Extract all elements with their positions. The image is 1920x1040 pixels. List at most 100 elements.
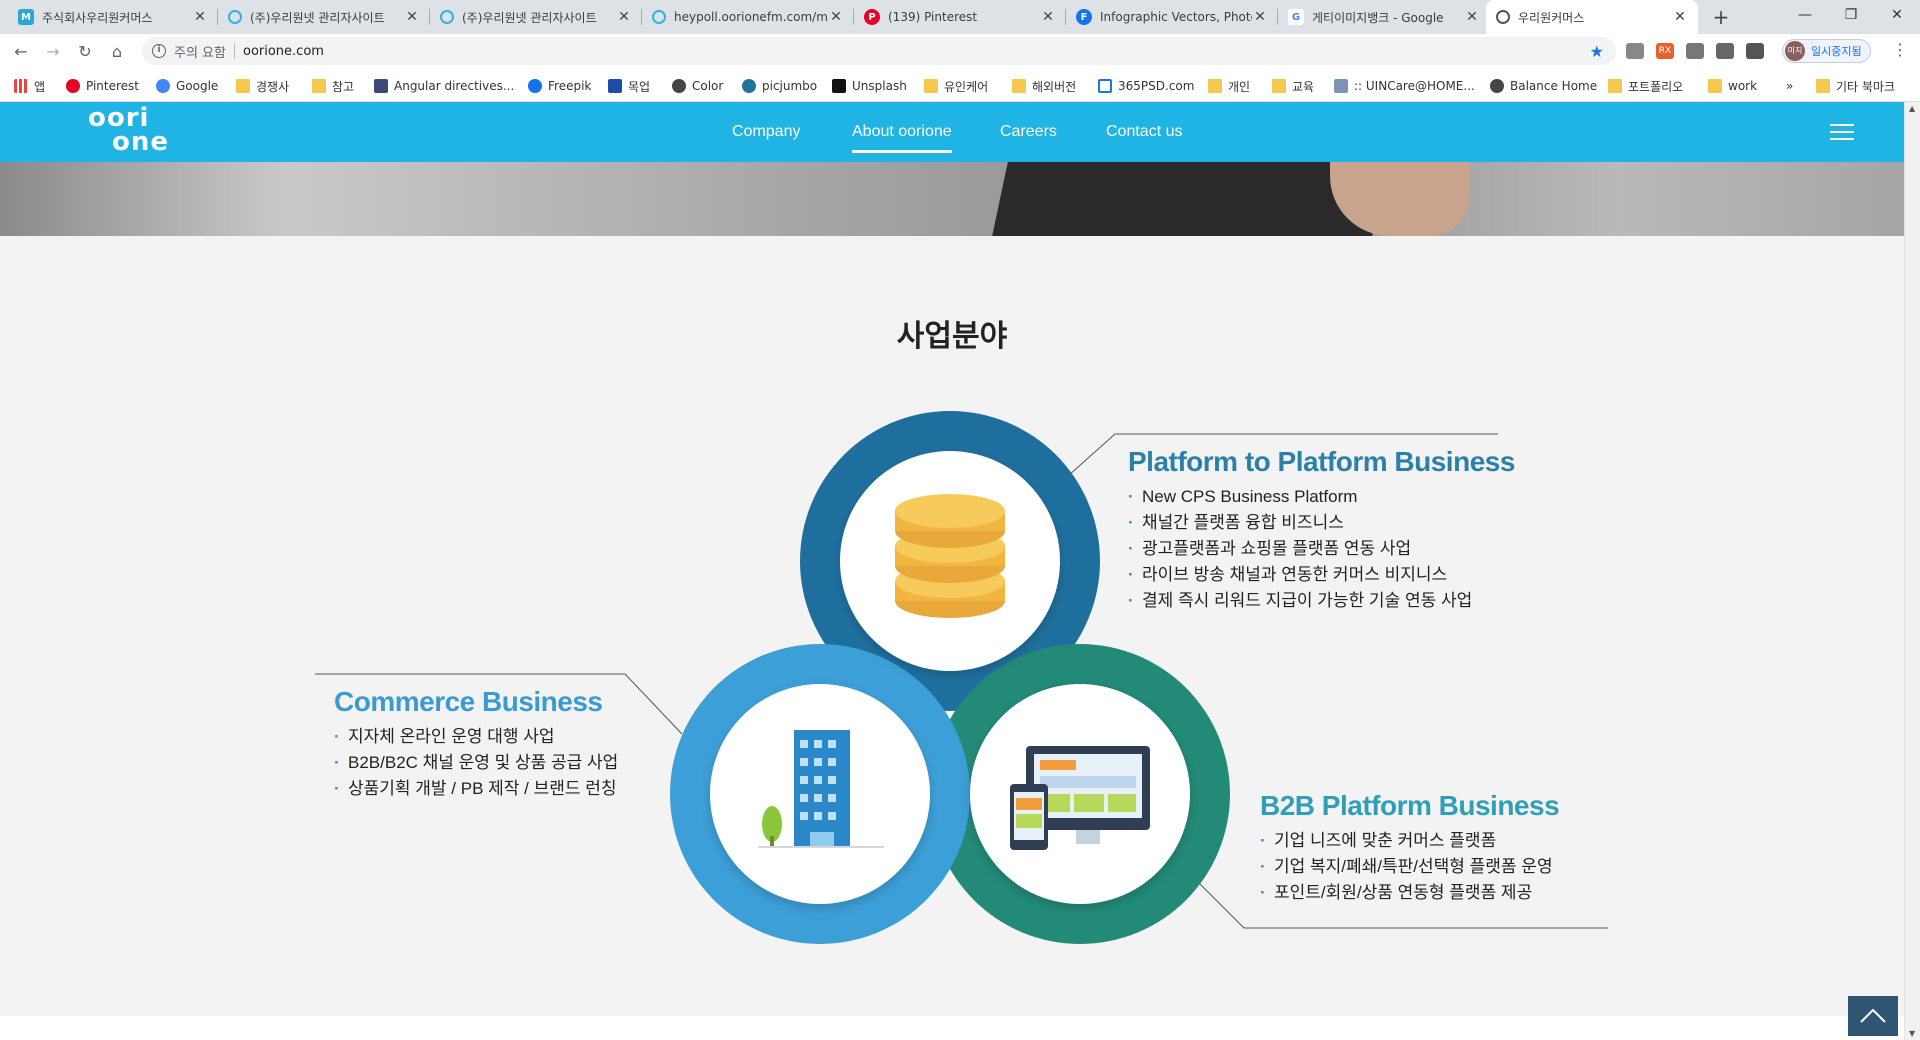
- bookmark-label: Unsplash: [852, 79, 907, 93]
- bookmark-item[interactable]: Balance Home: [1490, 77, 1597, 95]
- puzzle-icon[interactable]: [1746, 43, 1764, 59]
- bookmark-item[interactable]: Google: [156, 77, 218, 95]
- bookmarks-overflow-button[interactable]: »: [1786, 77, 1793, 95]
- commerce-business-block: Commerce Business 지자체 온라인 운영 대행 사업 B2B/B…: [334, 686, 618, 802]
- tab-close-icon[interactable]: ✕: [404, 9, 420, 25]
- folder-icon: [236, 79, 250, 93]
- bookmark-apps[interactable]: 앱: [14, 77, 45, 95]
- bookmark-item[interactable]: 목업: [608, 77, 650, 95]
- page-scrollbar[interactable]: ▲ ▼: [1904, 102, 1920, 1040]
- bookmark-item[interactable]: picjumbo: [742, 77, 817, 95]
- bookmark-label: :: UINCare@HOME...: [1354, 79, 1475, 93]
- bookmark-folder[interactable]: 참고: [312, 77, 354, 95]
- bookmark-folder[interactable]: 해외버전: [1012, 77, 1076, 95]
- wordpress-icon: [742, 79, 756, 93]
- new-tab-button[interactable]: +: [1708, 4, 1734, 30]
- browser-tab-bar: M 주식회사우리원커머스 ✕ (주)우리원넷 관리자사이트 ✕ (주)우리원넷 …: [0, 0, 1920, 34]
- tab-title: (139) Pinterest: [888, 10, 978, 24]
- extension-icon[interactable]: RX: [1656, 43, 1674, 59]
- browser-tab[interactable]: F Infographic Vectors, Photo ✕: [1066, 0, 1278, 34]
- bookmark-folder[interactable]: 개인: [1208, 77, 1250, 95]
- bookmark-item[interactable]: 365PSD.com: [1098, 77, 1194, 95]
- platform-business-list: New CPS Business Platform 채널간 플랫폼 융합 비즈니…: [1128, 484, 1515, 614]
- tab-close-icon[interactable]: ✕: [616, 9, 632, 25]
- freepik-icon: F: [1076, 9, 1092, 25]
- reload-button[interactable]: ↻: [72, 39, 98, 65]
- browser-tab[interactable]: (주)우리원넷 관리자사이트 ✕: [218, 0, 430, 34]
- list-item: New CPS Business Platform: [1128, 484, 1515, 510]
- tab-close-icon[interactable]: ✕: [192, 9, 208, 25]
- bookmark-label: 유인케어: [944, 79, 989, 94]
- page-footer-strip: [0, 1016, 1904, 1040]
- site-logo[interactable]: oori one: [88, 105, 169, 155]
- image-icon: [1334, 79, 1348, 93]
- address-bar[interactable]: i 주의 요함 oorione.com ★: [142, 37, 1616, 65]
- bookmark-label: Balance Home: [1510, 79, 1598, 93]
- tab-favicon-icon: [228, 10, 242, 24]
- unsplash-icon: [832, 79, 846, 93]
- other-bookmarks[interactable]: 기타 북마크: [1816, 77, 1895, 95]
- browser-tab[interactable]: G 게티이미지뱅크 - Google ✕: [1278, 0, 1490, 34]
- maximize-button[interactable]: ❐: [1828, 0, 1874, 30]
- tab-favicon-icon: M: [18, 9, 34, 25]
- bookmark-star-icon[interactable]: ★: [1590, 42, 1604, 61]
- hamburger-menu-icon[interactable]: [1830, 124, 1854, 142]
- tab-close-icon[interactable]: ✕: [1040, 9, 1056, 25]
- commerce-business-title: Commerce Business: [334, 686, 603, 717]
- bookmark-label: Pinterest: [86, 79, 140, 93]
- pinterest-icon: P: [864, 9, 880, 25]
- bookmark-item[interactable]: Color: [672, 77, 723, 95]
- profile-button[interactable]: 미지 일시중지됨: [1782, 39, 1871, 63]
- bookmark-label: 해외버전: [1032, 79, 1077, 94]
- bookmark-item[interactable]: Unsplash: [832, 77, 907, 95]
- browser-tab[interactable]: P (139) Pinterest ✕: [854, 0, 1066, 34]
- bookmark-folder[interactable]: work: [1708, 77, 1757, 95]
- back-button[interactable]: ←: [8, 39, 34, 65]
- nav-company[interactable]: Company: [732, 123, 800, 141]
- home-icon[interactable]: ⌂: [104, 39, 130, 65]
- browser-tab-active[interactable]: 우리원커머스 ✕: [1486, 0, 1698, 34]
- nav-careers[interactable]: Careers: [1000, 123, 1057, 141]
- tab-close-icon[interactable]: ✕: [1252, 9, 1268, 25]
- tab-title: heypoll.oorionefm.com/m/: [674, 10, 828, 24]
- bookmark-folder[interactable]: 포트폴리오: [1608, 77, 1683, 95]
- scroll-up-arrow-icon[interactable]: ▲: [1909, 104, 1915, 113]
- list-item: 채널간 플랫폼 융합 비즈니스: [1128, 510, 1515, 536]
- tab-title: Infographic Vectors, Photo: [1100, 10, 1252, 24]
- bookmark-item[interactable]: Freepik: [528, 77, 591, 95]
- tab-close-icon[interactable]: ✕: [1464, 9, 1480, 25]
- camera-icon[interactable]: [1626, 43, 1644, 59]
- nav-contact-us[interactable]: Contact us: [1106, 123, 1182, 141]
- folder-icon: [1608, 79, 1622, 93]
- scroll-to-top-button[interactable]: [1848, 996, 1898, 1036]
- info-icon[interactable]: i: [152, 44, 166, 58]
- commerce-business-list: 지자체 온라인 운영 대행 사업 B2B/B2C 채널 운영 및 상품 공급 사…: [334, 724, 618, 802]
- bookmark-item[interactable]: :: UINCare@HOME...: [1334, 77, 1475, 95]
- tab-favicon-icon: [440, 10, 454, 24]
- bookmark-folder[interactable]: 경쟁사: [236, 77, 289, 95]
- minimize-button[interactable]: —: [1782, 0, 1828, 30]
- eyedropper-icon[interactable]: [1716, 43, 1734, 59]
- profile-status: 일시중지됨: [1811, 45, 1862, 58]
- menu-kebab-icon[interactable]: ⋮: [1892, 40, 1908, 59]
- forward-button[interactable]: →: [40, 39, 66, 65]
- tab-close-icon[interactable]: ✕: [828, 9, 844, 25]
- bookmark-folder[interactable]: 교육: [1272, 77, 1314, 95]
- url-text[interactable]: oorione.com: [243, 44, 324, 59]
- close-window-button[interactable]: ✕: [1874, 0, 1920, 30]
- browser-tab[interactable]: (주)우리원넷 관리자사이트 ✕: [430, 0, 642, 34]
- bookmark-label: 경쟁사: [256, 79, 290, 94]
- site-header: oori one Company About oorione Careers C…: [0, 102, 1904, 162]
- browser-tab[interactable]: heypoll.oorionefm.com/m/ ✕: [642, 0, 854, 34]
- scroll-down-arrow-icon[interactable]: ▼: [1909, 1029, 1915, 1038]
- avatar: 미지: [1785, 41, 1805, 61]
- tab-close-icon[interactable]: ✕: [1672, 9, 1688, 25]
- cast-icon[interactable]: [1686, 43, 1704, 59]
- bookmark-label: 앱: [34, 79, 46, 94]
- bookmark-folder[interactable]: 유인케어: [924, 77, 988, 95]
- browser-tab[interactable]: M 주식회사우리원커머스 ✕: [8, 0, 218, 34]
- bookmark-item[interactable]: Pinterest: [66, 77, 139, 95]
- bookmark-item[interactable]: Angular directives...: [374, 77, 514, 95]
- nav-about-oorione[interactable]: About oorione: [852, 123, 952, 153]
- list-item: 기업 복지/폐쇄/특판/선택형 플랫폼 운영: [1260, 854, 1559, 880]
